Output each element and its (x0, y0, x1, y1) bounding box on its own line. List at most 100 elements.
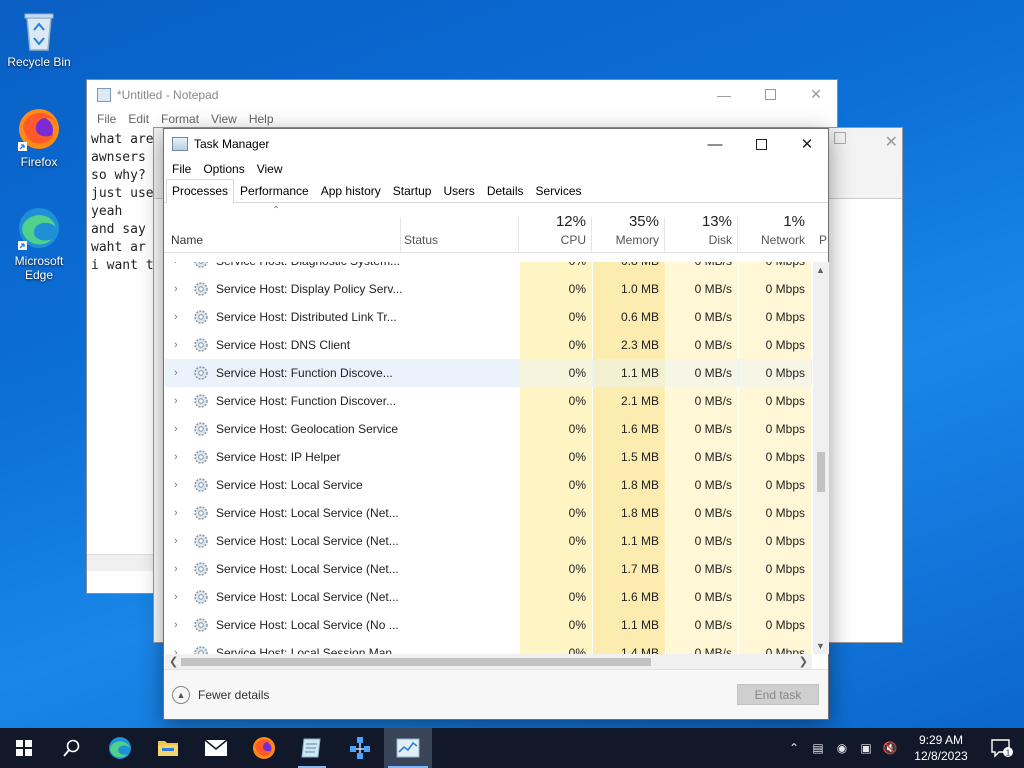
maximize-button[interactable] (747, 80, 793, 109)
expand-chevron-icon[interactable]: › (174, 563, 178, 575)
menu-format[interactable]: Format (155, 112, 205, 126)
column-header-disk[interactable]: 13% Disk (666, 213, 732, 247)
table-row[interactable]: › Service Host: Local Service 0% 1.8 MB 0 MB… (165, 471, 812, 499)
desktop-icon-edge[interactable]: Microsoft Edge (1, 205, 77, 282)
scroll-left-icon[interactable]: ❮ (169, 655, 178, 668)
menu-file[interactable]: File (166, 162, 197, 176)
expand-chevron-icon[interactable]: › (174, 283, 178, 295)
scroll-up-icon[interactable]: ▲ (816, 265, 825, 275)
tab-app-history[interactable]: App history (315, 179, 387, 202)
tab-processes[interactable]: Processes (166, 179, 235, 203)
table-row[interactable]: › Service Host: Local Service (Net... 0% 1.… (165, 583, 812, 611)
scroll-right-icon[interactable]: ❯ (799, 655, 808, 668)
search-icon (63, 739, 80, 757)
table-row[interactable]: › Service Host: Local Service (Net... 0% 1.… (165, 527, 812, 555)
column-header-network[interactable]: 1% Network (739, 213, 805, 247)
menu-help[interactable]: Help (243, 112, 280, 126)
close-button[interactable]: ✕ (793, 80, 839, 109)
taskbar-notepad[interactable] (288, 728, 336, 768)
expand-chevron-icon[interactable]: › (174, 423, 178, 435)
expand-chevron-icon[interactable]: › (174, 507, 178, 519)
expand-chevron-icon[interactable]: › (174, 311, 178, 323)
menu-options[interactable]: Options (197, 162, 250, 176)
table-row[interactable]: › Service Host: Local Service (Net... 0% 1.… (165, 499, 812, 527)
table-row[interactable]: › Service Host: Local Service (Net... 0% 1.… (165, 555, 812, 583)
table-row[interactable]: › Service Host: Geolocation Service 0% 1.6 … (165, 415, 812, 443)
notification-center-button[interactable]: 1 (980, 738, 1024, 758)
chevron-up-icon[interactable]: ⌃ (782, 741, 806, 755)
table-row[interactable]: › Service Host: Function Discover... 0% 2.1… (165, 387, 812, 415)
expand-chevron-icon[interactable]: › (174, 647, 178, 654)
close-button[interactable]: ✕ (784, 129, 830, 159)
expand-chevron-icon[interactable]: › (174, 395, 178, 407)
close-icon[interactable]: ✕ (885, 132, 898, 152)
column-header-status[interactable]: Status (404, 233, 438, 247)
process-net-value: 0 Mbps (739, 262, 805, 268)
service-gear-icon (194, 534, 208, 548)
scrollbar-thumb[interactable] (181, 658, 651, 666)
column-header-memory[interactable]: 35% Memory (593, 213, 659, 247)
meet-now-icon[interactable]: ◉ (830, 741, 854, 755)
taskbar-file-explorer[interactable] (144, 728, 192, 768)
desktop-icon-firefox[interactable]: Firefox (1, 106, 77, 169)
maximize-icon[interactable] (834, 132, 846, 144)
file-explorer-icon (158, 741, 178, 756)
menu-edit[interactable]: Edit (122, 112, 155, 126)
tab-users[interactable]: Users (437, 179, 480, 202)
expand-chevron-icon[interactable]: › (174, 367, 178, 379)
desktop-icon-recycle-bin[interactable]: Recycle Bin (1, 8, 77, 69)
taskbar-network-app[interactable] (336, 728, 384, 768)
table-row[interactable]: › Service Host: IP Helper 0% 1.5 MB 0 MB/s 0 … (165, 443, 812, 471)
process-name: Service Host: Function Discover... (216, 394, 397, 408)
taskbar-mail[interactable] (192, 728, 240, 768)
tab-performance[interactable]: Performance (234, 179, 315, 202)
fewer-details-button[interactable]: ▲ Fewer details (172, 686, 269, 704)
volume-muted-icon[interactable]: 🔇 (878, 741, 902, 755)
scrollbar-thumb[interactable] (817, 452, 825, 492)
menu-view[interactable]: View (251, 162, 289, 176)
menu-file[interactable]: File (91, 112, 122, 126)
expand-chevron-icon[interactable]: › (174, 535, 178, 547)
search-button[interactable] (48, 728, 96, 768)
minimize-button[interactable]: — (701, 80, 747, 109)
vertical-scrollbar[interactable]: ▲ ▼ (813, 262, 829, 654)
start-button[interactable] (0, 728, 48, 768)
clock[interactable]: 9:29 AM 12/8/2023 (902, 732, 980, 764)
column-header-name[interactable]: Name (171, 233, 203, 247)
end-task-button[interactable]: End task (737, 684, 819, 705)
process-disk-value: 0 MB/s (694, 422, 732, 436)
table-row[interactable]: › Service Host: Local Service (No ... 0% 1.… (165, 611, 812, 639)
expand-chevron-icon[interactable]: › (174, 619, 178, 631)
tray-app-icon[interactable]: ▤ (806, 741, 830, 755)
table-row[interactable]: › Service Host: Diagnostic System... 0% 0.8… (165, 262, 812, 275)
scroll-down-icon[interactable]: ▼ (816, 641, 825, 651)
notepad-menu-bar: File Edit Format View Help (87, 109, 837, 129)
network-icon[interactable]: ▣ (854, 741, 878, 755)
table-row[interactable]: › Service Host: Function Discove... 0% 1.1 … (165, 359, 812, 387)
expand-chevron-icon[interactable]: › (174, 262, 178, 267)
task-manager-icon (396, 738, 420, 758)
table-row[interactable]: › Service Host: Display Policy Serv... 0% 1… (165, 275, 812, 303)
tab-services[interactable]: Services (530, 179, 588, 202)
expand-chevron-icon[interactable]: › (174, 451, 178, 463)
table-row[interactable]: › Service Host: Distributed Link Tr... 0% 0… (165, 303, 812, 331)
horizontal-scrollbar[interactable]: ❮ ❯ (165, 654, 812, 670)
tab-details[interactable]: Details (481, 179, 530, 202)
minimize-button[interactable]: — (692, 129, 738, 159)
table-row[interactable]: › Service Host: DNS Client 0% 2.3 MB 0 MB/s 0… (165, 331, 812, 359)
task-manager-window[interactable]: Task Manager — ✕ File Options View Proce… (163, 128, 829, 720)
process-name: Service Host: Display Policy Serv... (216, 282, 403, 296)
expand-chevron-icon[interactable]: › (174, 339, 178, 351)
expand-chevron-icon[interactable]: › (174, 479, 178, 491)
table-row[interactable]: › Service Host: Local Session Man... 0% 1.4… (165, 639, 812, 654)
taskbar-task-manager[interactable] (384, 728, 432, 768)
menu-view[interactable]: View (205, 112, 243, 126)
process-list[interactable]: › Service Host: Diagnostic System... 0% 0.8… (165, 262, 812, 654)
maximize-button[interactable] (738, 129, 784, 159)
taskbar-firefox[interactable] (240, 728, 288, 768)
column-header-power-partial[interactable]: P (819, 233, 827, 247)
tab-startup[interactable]: Startup (387, 179, 438, 202)
column-header-cpu[interactable]: 12% CPU (520, 213, 586, 247)
taskbar-edge[interactable] (96, 728, 144, 768)
expand-chevron-icon[interactable]: › (174, 591, 178, 603)
